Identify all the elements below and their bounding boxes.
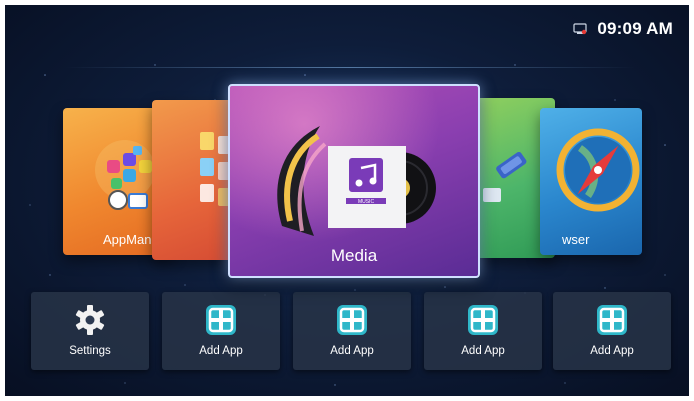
shortcut-label: Add App (590, 345, 634, 357)
browser-compass-icon (556, 128, 640, 212)
header-divider (65, 67, 635, 68)
shortcut-label: Add App (330, 345, 374, 357)
add-app-icon (337, 305, 367, 335)
shortcut-add-app[interactable]: Add App (162, 292, 280, 370)
shortcut-add-app[interactable]: Add App (424, 292, 542, 370)
card-label: Media (330, 246, 378, 265)
music-badge: MUSIC (358, 199, 375, 205)
shortcut-label: Add App (461, 345, 505, 357)
shortcut-add-app[interactable]: Add App (293, 292, 411, 370)
add-app-icon (468, 305, 498, 335)
shortcut-label: Add App (199, 345, 243, 357)
gear-icon (75, 305, 105, 335)
ethernet-disconnected-icon (573, 23, 587, 35)
shortcut-label: Settings (69, 345, 111, 357)
card-media[interactable]: MUSIC Media (228, 84, 480, 278)
shortcut-settings[interactable]: Settings (31, 292, 149, 370)
add-app-icon (597, 305, 627, 335)
add-app-icon (206, 305, 236, 335)
shortcut-add-app[interactable]: Add App (553, 292, 671, 370)
card-label: AppMan (103, 232, 152, 247)
status-bar: 09:09 AM (573, 19, 673, 39)
card-browser[interactable]: wser (540, 108, 642, 255)
clock: 09:09 AM (597, 19, 673, 38)
card-label: wser (562, 232, 590, 247)
